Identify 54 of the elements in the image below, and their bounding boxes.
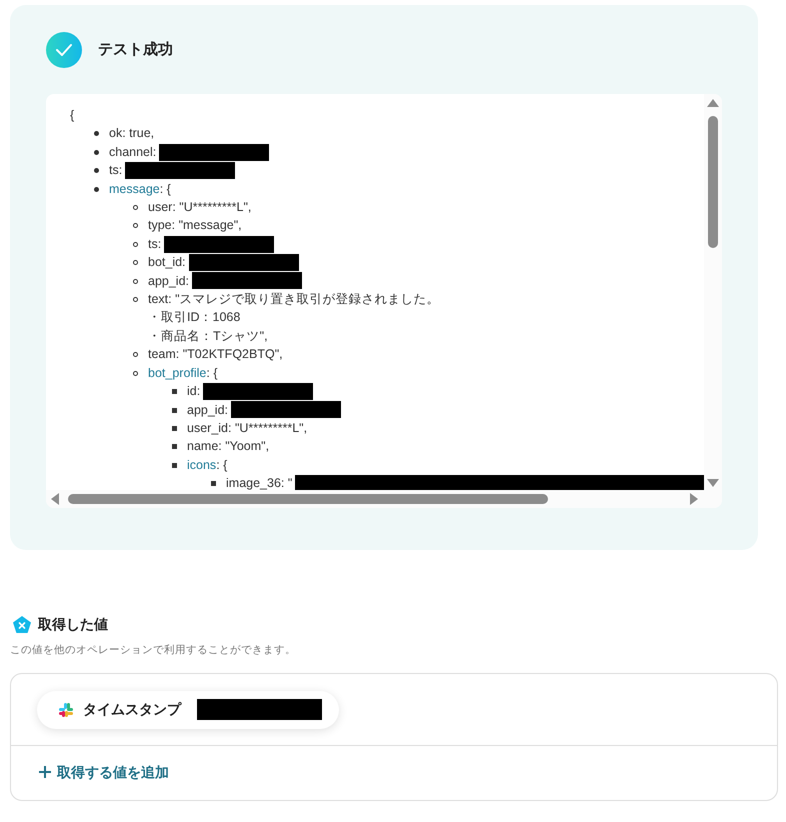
bullet-icon	[133, 242, 138, 247]
horizontal-scrollbar[interactable]	[46, 490, 722, 508]
bullet-icon	[133, 205, 138, 210]
value-chip[interactable]: タイムスタンプ	[37, 690, 339, 729]
result-title: テスト成功	[98, 40, 173, 60]
bullet-icon	[172, 444, 177, 450]
json-text: user: "U*********L",	[148, 199, 252, 216]
bullet-icon	[133, 278, 138, 284]
json-text: : {	[160, 180, 171, 198]
section-title: 取得した値	[38, 615, 108, 634]
json-text: app_id:	[148, 272, 190, 290]
bullet-icon	[133, 223, 138, 228]
json-text: channel:	[109, 144, 156, 161]
json-text: team: "T02KTFQ2BTQ",	[148, 346, 283, 364]
json-text: id:	[187, 383, 200, 400]
bullet-icon	[172, 462, 177, 468]
json-text: ok: true,	[109, 125, 154, 142]
json-text: ts:	[109, 162, 122, 180]
json-text: ・商品名：Tシャツ",	[148, 328, 268, 343]
bullet-icon	[133, 260, 138, 266]
bullet-icon	[211, 481, 216, 486]
bullet-icon	[133, 297, 138, 302]
bullet-icon	[133, 352, 138, 358]
bullet-icon	[94, 186, 99, 192]
bullet-icon	[133, 370, 138, 376]
json-text: : {	[206, 364, 218, 382]
json-key-link[interactable]: message	[109, 180, 160, 198]
success-check-icon	[46, 32, 82, 68]
bullet-icon	[94, 131, 99, 136]
json-text: app_id:	[187, 402, 228, 419]
variable-icon	[12, 614, 32, 634]
json-text: image_36: "	[226, 475, 292, 490]
bullet-icon	[172, 389, 177, 394]
json-text: type: "message",	[148, 217, 242, 234]
section-description: この値を他のオペレーションで利用することができます。	[10, 643, 297, 658]
json-text: ・取引ID：1068	[148, 310, 240, 324]
slack-icon	[59, 702, 73, 717]
bullet-icon	[94, 150, 99, 155]
json-text: ts:	[148, 236, 162, 253]
json-text: name: "Yoom",	[187, 438, 270, 456]
bullet-icon	[172, 426, 177, 431]
json-text: bot_id:	[148, 254, 186, 272]
json-key-link[interactable]: bot_profile	[148, 364, 206, 382]
brace-text: {	[70, 107, 76, 124]
vertical-scrollbar[interactable]	[704, 94, 722, 490]
add-value-button[interactable]: 取得する値を追加	[39, 762, 169, 783]
json-key-link[interactable]: icons	[187, 456, 216, 474]
bullet-icon	[172, 408, 177, 412]
json-text: : {	[216, 456, 228, 474]
json-text: user_id: "U*********L",	[187, 420, 308, 437]
json-text: text: "スマレジで取り置き取引が登録されました。	[148, 292, 440, 306]
chip-label: タイムスタンプ	[83, 700, 181, 720]
plus-icon	[39, 766, 51, 778]
bullet-icon	[94, 168, 99, 174]
